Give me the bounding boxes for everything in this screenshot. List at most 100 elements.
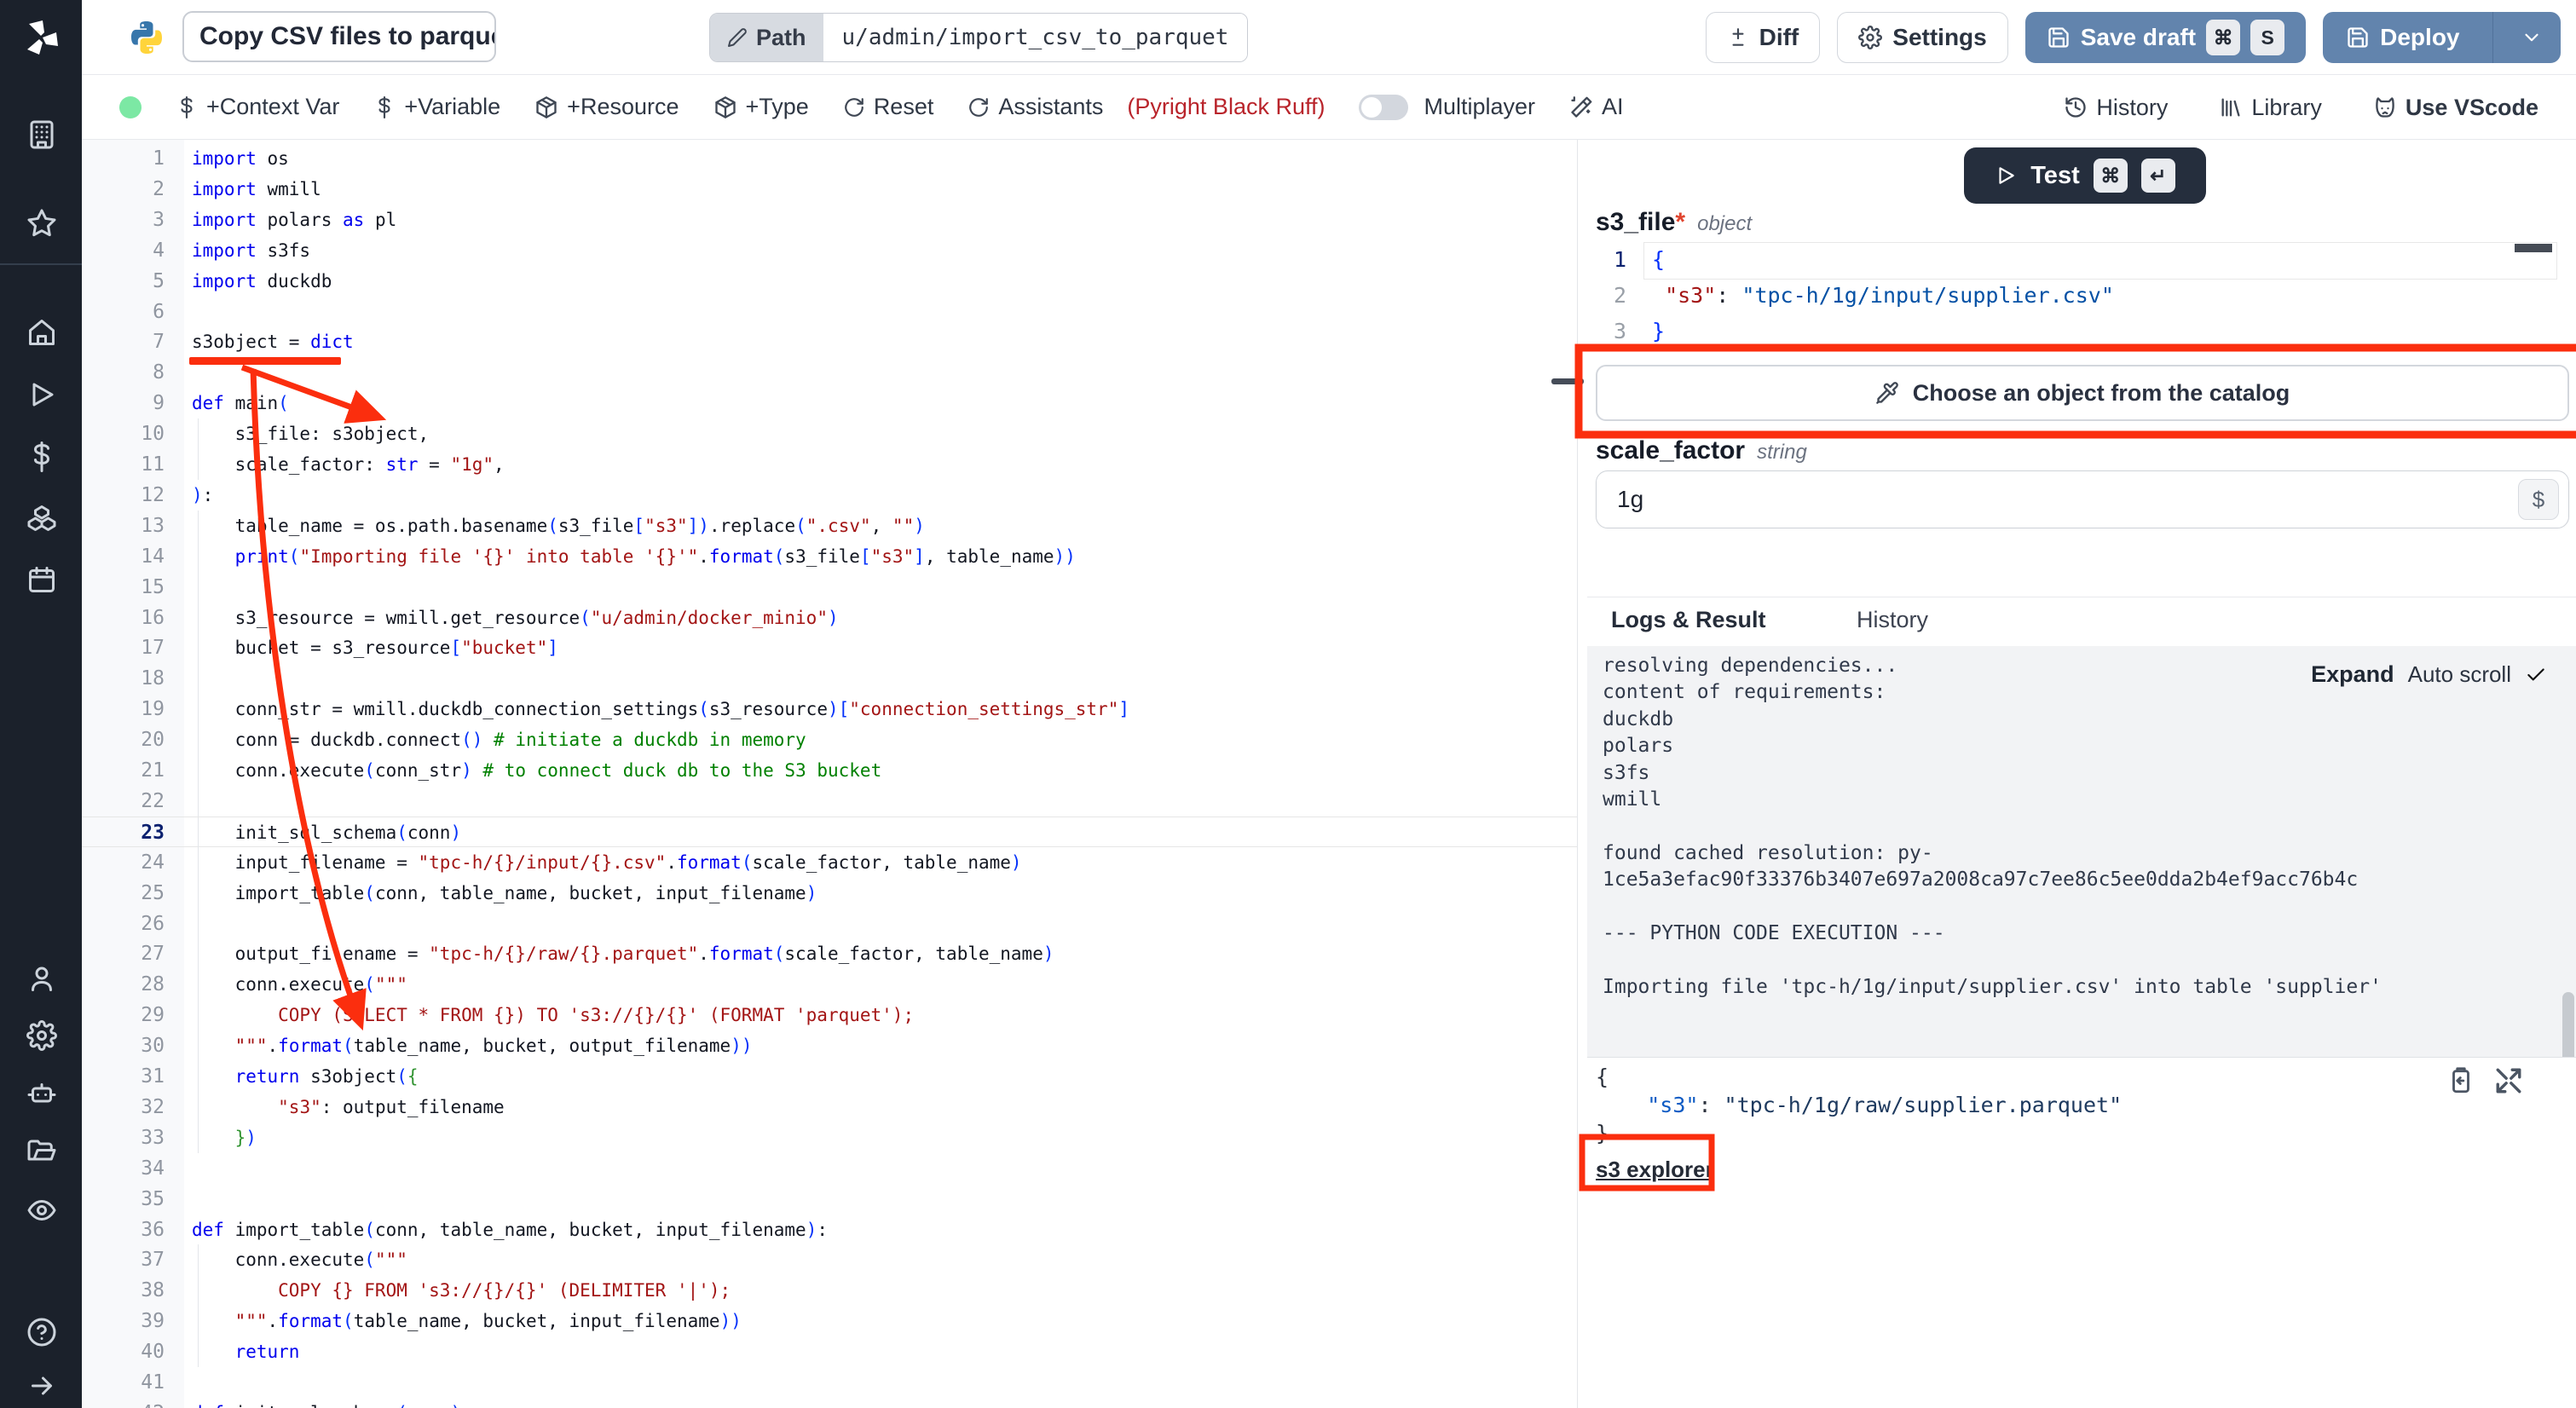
deploy-dropdown-button[interactable]	[2504, 26, 2560, 49]
code-line[interactable]: 19 conn_str = wmill.duckdb_connection_se…	[82, 694, 1577, 724]
assistants-button[interactable]: Assistants	[967, 94, 1103, 120]
log-output[interactable]: resolving dependencies...content of requ…	[1587, 646, 2576, 1057]
code-line[interactable]: 2import wmill	[82, 174, 1577, 205]
scale-factor-input[interactable]	[1596, 470, 2569, 528]
deploy-button[interactable]: Deploy	[2323, 12, 2561, 63]
user-icon[interactable]	[26, 963, 57, 994]
code-line[interactable]: 41	[82, 1367, 1577, 1398]
help-icon[interactable]	[26, 1317, 57, 1347]
code-line[interactable]: 33 })	[82, 1122, 1577, 1153]
copy-to-clipboard-icon[interactable]	[2446, 1066, 2475, 1095]
code-line[interactable]: 38 COPY {} FROM 's3://{}/{}' (DELIMITER …	[82, 1275, 1577, 1306]
code-line[interactable]: 26	[82, 909, 1577, 939]
code-line[interactable]: 17 bucket = s3_resource["bucket"]	[82, 632, 1577, 663]
workspace-settings-gear-icon[interactable]	[26, 1020, 57, 1051]
expand-sidebar-arrow-icon[interactable]	[26, 1370, 57, 1401]
test-button[interactable]: Test ⌘ ↵	[1964, 147, 2206, 204]
json-editor-scrollbar[interactable]	[2515, 244, 2552, 252]
multiplayer-toggle[interactable]	[1359, 95, 1408, 120]
resources-boxes-icon[interactable]	[26, 503, 57, 534]
code-line[interactable]: 12):	[82, 480, 1577, 511]
history-button[interactable]: History	[2064, 95, 2168, 121]
favorites-star-icon[interactable]	[26, 208, 57, 239]
audit-eye-icon[interactable]	[26, 1195, 57, 1226]
code-editor[interactable]: 1import os2import wmill3import polars as…	[82, 140, 1577, 1408]
code-line[interactable]: 5import duckdb	[82, 266, 1577, 297]
s3-explorer-link[interactable]: s3 explorer	[1596, 1157, 1714, 1183]
code-line[interactable]: 15	[82, 572, 1577, 603]
lint-status-text[interactable]: (Pyright Black Ruff)	[1127, 94, 1325, 120]
code-line[interactable]: 9def main(	[82, 388, 1577, 418]
code-line[interactable]: 4import s3fs	[82, 235, 1577, 266]
code-line[interactable]: 10 s3_file: s3object,	[82, 418, 1577, 449]
script-title-input[interactable]: Copy CSV files to parquet	[182, 11, 496, 62]
code-line[interactable]: 6	[82, 297, 1577, 327]
code-line[interactable]: 30 """.format(table_name, bucket, output…	[82, 1030, 1577, 1061]
reset-button[interactable]: Reset	[843, 94, 934, 120]
settings-button[interactable]: Settings	[1837, 12, 2007, 63]
code-line[interactable]: 32 "s3": output_filename	[82, 1092, 1577, 1122]
add-resource-button[interactable]: +Resource	[534, 94, 679, 120]
code-line[interactable]: 36def import_table(conn, table_name, buc…	[82, 1215, 1577, 1245]
code-line[interactable]: 34	[82, 1153, 1577, 1184]
code-line[interactable]: 11 scale_factor: str = "1g",	[82, 449, 1577, 480]
home-icon[interactable]	[26, 317, 57, 348]
json-line[interactable]: 3}	[1596, 314, 2569, 349]
code-line[interactable]: 20 conn = duckdb.connect() # initiate a …	[82, 724, 1577, 755]
code-line[interactable]: 14 print("Importing file '{}' into table…	[82, 541, 1577, 572]
code-line[interactable]: 25 import_table(conn, table_name, bucket…	[82, 878, 1577, 909]
library-button[interactable]: Library	[2219, 95, 2322, 121]
ai-button[interactable]: AI	[1569, 94, 1624, 120]
code-line[interactable]: 13 table_name = os.path.basename(s3_file…	[82, 511, 1577, 541]
code-line[interactable]: 28 conn.execute("""	[82, 969, 1577, 1000]
tab-logs-result[interactable]: Logs & Result	[1611, 607, 1766, 633]
code-line[interactable]: 8	[82, 357, 1577, 388]
add-context-var-button[interactable]: +Context Var	[176, 94, 339, 120]
code-text: COPY (SELECT * FROM {}) TO 's3://{}/{}' …	[192, 1000, 914, 1030]
code-line[interactable]: 18	[82, 663, 1577, 694]
deploy-main[interactable]: Deploy	[2324, 24, 2481, 51]
variables-dollar-icon[interactable]	[26, 441, 57, 472]
path-value[interactable]: u/admin/import_csv_to_parquet	[823, 14, 1248, 61]
workspace-icon[interactable]	[26, 119, 57, 150]
code-line[interactable]: 27 output_filename = "tpc-h/{}/raw/{}.pa…	[82, 938, 1577, 969]
windmill-logo-icon[interactable]	[20, 17, 61, 58]
save-draft-button[interactable]: Save draft ⌘ S	[2025, 12, 2306, 63]
code-line[interactable]: 42def init_sql_schema(conn):	[82, 1398, 1577, 1408]
tab-history[interactable]: History	[1857, 607, 1928, 633]
add-variable-button[interactable]: +Variable	[373, 94, 500, 120]
code-line[interactable]: 40 return	[82, 1336, 1577, 1367]
code-line[interactable]: 16 s3_resource = wmill.get_resource("u/a…	[82, 603, 1577, 633]
log-scrollbar[interactable]	[2562, 992, 2574, 1057]
code-line[interactable]: 24 input_filename = "tpc-h/{}/input/{}.c…	[82, 847, 1577, 878]
code-line[interactable]: 29 COPY (SELECT * FROM {}) TO 's3://{}/{…	[82, 1000, 1577, 1030]
code-line[interactable]: 23 init_sql_schema(conn)	[82, 817, 1577, 847]
code-line[interactable]: 37 conn.execute("""	[82, 1244, 1577, 1275]
workers-bot-icon[interactable]	[26, 1078, 57, 1109]
json-line[interactable]: 1{	[1596, 242, 2569, 278]
json-line[interactable]: 2 "s3": "tpc-h/1g/input/supplier.csv"	[1596, 278, 2569, 314]
expand-result-icon[interactable]	[2494, 1066, 2523, 1095]
variable-picker-button[interactable]: $	[2518, 479, 2559, 520]
test-label: Test	[2030, 162, 2079, 190]
s3-file-json-editor[interactable]: 1{2 "s3": "tpc-h/1g/input/supplier.csv"3…	[1596, 242, 2569, 356]
choose-object-button[interactable]: Choose an object from the catalog	[1596, 365, 2569, 421]
diff-button[interactable]: Diff	[1706, 12, 1821, 63]
code-line[interactable]: 35	[82, 1184, 1577, 1215]
folders-icon[interactable]	[26, 1136, 57, 1167]
add-type-button[interactable]: +Type	[713, 94, 809, 120]
schedules-calendar-icon[interactable]	[26, 564, 57, 595]
expand-logs-button[interactable]: Expand	[2311, 661, 2394, 688]
code-line[interactable]: 39 """.format(table_name, bucket, input_…	[82, 1306, 1577, 1336]
code-line[interactable]: 22	[82, 786, 1577, 817]
path-field[interactable]: Path u/admin/import_csv_to_parquet	[709, 13, 1248, 62]
code-line[interactable]: 3import polars as pl	[82, 205, 1577, 235]
check-icon[interactable]	[2525, 664, 2547, 686]
code-line[interactable]: 1import os	[82, 143, 1577, 174]
code-line[interactable]: 31 return s3object({	[82, 1061, 1577, 1092]
runs-play-icon[interactable]	[26, 379, 57, 410]
panel-resize-handle[interactable]	[1551, 378, 1584, 384]
code-line[interactable]: 7s3object = dict	[82, 326, 1577, 357]
code-line[interactable]: 21 conn.execute(conn_str) # to connect d…	[82, 755, 1577, 786]
use-vscode-button[interactable]: Use VScode	[2373, 95, 2538, 121]
